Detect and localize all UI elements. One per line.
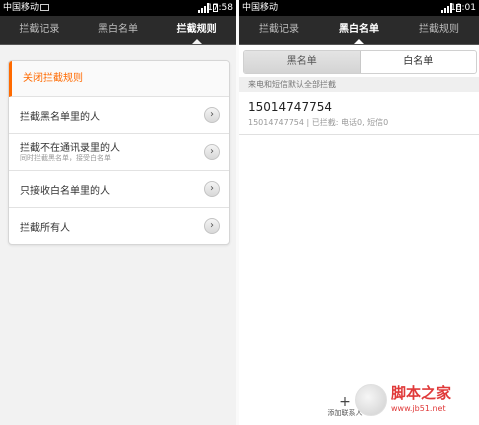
rule-sublabel: 同时拦截黑名单，接受白名单: [20, 154, 111, 162]
chevron-right-icon: ›: [204, 107, 220, 123]
watermark-url: www.jb51.net: [391, 404, 446, 413]
site-watermark: 脚本之家 www.jb51.net: [355, 380, 475, 420]
tab-bar: 拦截记录 黑白名单 拦截规则: [239, 16, 479, 45]
right-screen: 中国移动 18:01 拦截记录 黑白名单 拦截规则 黑名单 白名单 来电和短信默…: [239, 0, 479, 425]
list-hint: 来电和短信默认全部拦截: [239, 77, 479, 92]
watermark-logo-icon: [355, 384, 387, 416]
rule-block-strangers[interactable]: 拦截不在通讯录里的人 同时拦截黑名单，接受白名单 ›: [9, 134, 229, 171]
disable-rules-option[interactable]: 关闭拦截规则: [9, 61, 229, 97]
rule-block-all[interactable]: 拦截所有人 ›: [9, 208, 229, 244]
left-screen: 中国移动 17:58 拦截记录 黑白名单 拦截规则 关闭拦截规则 拦截黑名单里的…: [0, 0, 236, 425]
segment-blacklist[interactable]: 黑名单: [244, 51, 361, 73]
rule-label: 拦截不在通讯录里的人: [20, 143, 120, 154]
list-item[interactable]: 15014747754 15014747754 | 已拦截: 电话0, 短信0: [239, 92, 479, 135]
chevron-right-icon: ›: [204, 144, 220, 160]
watermark-title: 脚本之家: [391, 384, 452, 402]
rule-block-blacklist[interactable]: 拦截黑名单里的人 ›: [9, 97, 229, 134]
status-bar: 中国移动 18:01: [239, 0, 479, 16]
status-bar: 中国移动 17:58: [0, 0, 236, 16]
chevron-right-icon: ›: [204, 218, 220, 234]
clock-label: 18:01: [450, 3, 476, 13]
entry-meta: 15014747754 | 已拦截: 电话0, 短信0: [248, 118, 389, 127]
rule-whitelist-only[interactable]: 只接收白名单里的人 ›: [9, 171, 229, 208]
clock-label: 17:58: [207, 3, 233, 13]
rules-card: 关闭拦截规则 拦截黑名单里的人 › 拦截不在通讯录里的人 同时拦截黑名单，接受白…: [8, 60, 230, 245]
list-type-switch: 黑名单 白名单: [243, 50, 477, 74]
carrier-label: 中国移动: [242, 3, 279, 13]
chevron-right-icon: ›: [204, 181, 220, 197]
tab-black-white-list[interactable]: 黑白名单: [319, 16, 399, 44]
tab-block-log[interactable]: 拦截记录: [0, 16, 79, 44]
rule-label: 拦截黑名单里的人: [20, 112, 100, 123]
tab-black-white-list[interactable]: 黑白名单: [79, 16, 158, 44]
carrier-label: 中国移动: [3, 3, 40, 13]
entry-number: 15014747754: [248, 100, 332, 114]
rule-label: 只接收白名单里的人: [20, 186, 110, 197]
tab-block-rules[interactable]: 拦截规则: [399, 16, 479, 44]
tab-block-rules[interactable]: 拦截规则: [157, 16, 236, 44]
rule-label: 拦截所有人: [20, 223, 70, 234]
segment-whitelist[interactable]: 白名单: [361, 51, 477, 73]
tab-bar: 拦截记录 黑白名单 拦截规则: [0, 16, 236, 45]
image-notification-icon: [40, 4, 49, 11]
tab-block-log[interactable]: 拦截记录: [239, 16, 319, 44]
